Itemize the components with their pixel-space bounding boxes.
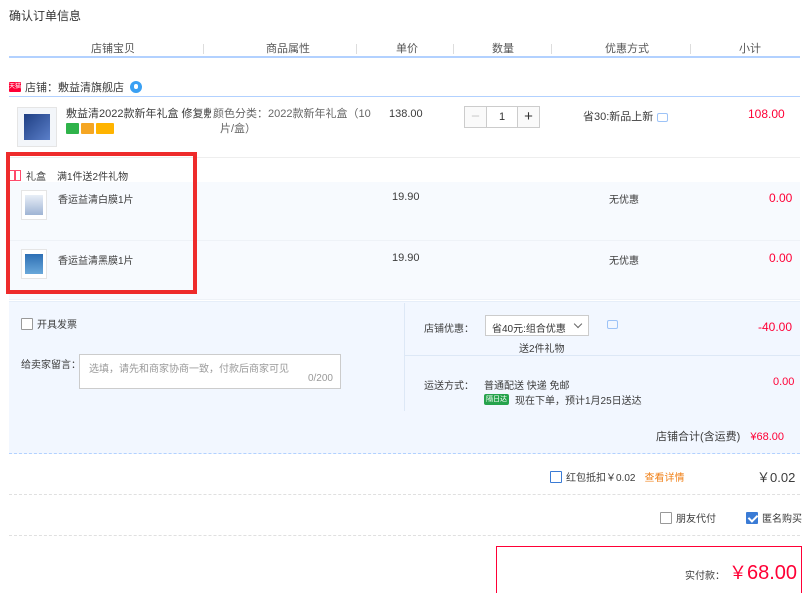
page-title: 确认订单信息 xyxy=(9,9,82,23)
payment-total: 实付款： ￥ 68.00 xyxy=(685,559,797,585)
discount-comment-icon[interactable] xyxy=(607,320,618,329)
store-discount-label: 店铺优惠： xyxy=(424,324,474,335)
promotion-comment-icon[interactable] xyxy=(657,112,669,122)
column-divider xyxy=(551,44,552,54)
friend-pay-checkbox[interactable] xyxy=(660,511,672,524)
invoice-checkbox[interactable] xyxy=(21,317,33,330)
store-discount-amount: -40.00 xyxy=(758,320,793,334)
item-promotion-text: 省30:新品上新 xyxy=(583,111,654,123)
service-badge-icon[interactable] xyxy=(81,123,94,134)
tmall-badge-icon: 天猫 xyxy=(9,82,22,92)
store-total-amount: ¥68.00 xyxy=(750,431,785,443)
column-header-subtotal: 小计 xyxy=(739,43,761,55)
highlight-annotation-box xyxy=(6,152,197,294)
column-divider xyxy=(203,44,204,54)
item-image xyxy=(24,114,50,140)
store-total-label: 店铺合计(含运费) xyxy=(656,431,741,443)
message-char-count: 0/200 xyxy=(307,373,333,384)
friend-pay-label: 朋友代付 xyxy=(676,514,716,525)
store-total: 店铺合计(含运费) ¥68.00 xyxy=(656,428,784,444)
payment-label: 实付款： xyxy=(685,571,725,582)
options-divider xyxy=(404,303,405,411)
gift-item-subtotal: 0.00 xyxy=(769,191,793,205)
gift-item-subtotal: 0.00 xyxy=(769,251,793,265)
gift-item-promotion: 无优惠 xyxy=(609,195,639,206)
item-sku-line: 颜色分类：2022款新年礼盒（10 xyxy=(213,108,371,120)
header-divider xyxy=(9,56,800,58)
delivery-eta: 现在下单，预计1月25日送达 xyxy=(515,396,642,407)
friend-pay-option[interactable]: 朋友代付 xyxy=(660,510,716,525)
column-header-item: 店铺宝贝 xyxy=(91,43,135,55)
gift-item-price: 19.90 xyxy=(392,191,420,203)
anonymous-option[interactable]: 匿名购买 xyxy=(746,510,802,525)
service-7day-icon[interactable] xyxy=(66,123,79,134)
item-sku-line: 片/盒） xyxy=(220,123,257,135)
quantity-decrease-button[interactable]: − xyxy=(465,107,487,127)
service-icons xyxy=(66,123,114,134)
store-discount-select[interactable]: 省40元:组合优惠 xyxy=(485,315,589,336)
message-field[interactable]: 选填，请先和商家协商一致，付款后商家可见 0/200 xyxy=(79,354,341,389)
store-discount-selected: 省40元:组合优惠 xyxy=(492,324,566,335)
store-name-link[interactable]: 店铺：敷益清旗舰店 xyxy=(25,79,124,95)
shipping-amount: 0.00 xyxy=(773,376,795,388)
gift-item-price: 19.90 xyxy=(392,252,420,264)
red-packet-label: 红包抵扣￥0.02 xyxy=(566,473,636,484)
order-item-row: 敷益清2022款新年礼盒 修复敷... 颜色分类：2022款新年礼盒（10 片/… xyxy=(9,97,800,158)
service-card-icon[interactable] xyxy=(96,123,114,134)
column-divider xyxy=(690,44,691,54)
red-packet-details-link[interactable]: 查看详情 xyxy=(644,469,684,484)
message-label: 给卖家留言： xyxy=(21,360,81,371)
item-unit-price: 138.00 xyxy=(389,108,423,120)
payment-amount: 68.00 xyxy=(747,562,798,584)
column-header-price: 单价 xyxy=(396,43,418,55)
item-title-link[interactable]: 敷益清2022款新年礼盒 修复敷... xyxy=(66,107,211,121)
red-packet-option[interactable]: 红包抵扣￥0.02 查看详情 xyxy=(550,469,684,484)
quantity-increase-button[interactable]: + xyxy=(517,107,539,127)
section-divider xyxy=(9,494,800,495)
column-header-attributes: 商品属性 xyxy=(266,43,310,55)
column-header-quantity: 数量 xyxy=(492,43,514,55)
chat-seller-icon[interactable] xyxy=(130,81,142,93)
red-packet-checkbox[interactable] xyxy=(550,470,562,483)
delivery-estimate: 隔日达 现在下单，预计1月25日送达 xyxy=(484,392,642,407)
options-divider xyxy=(405,355,800,356)
column-divider xyxy=(356,44,357,54)
payment-currency: ￥ xyxy=(729,563,747,583)
item-promotion: 省30:新品上新 xyxy=(583,108,669,124)
shipping-method: 普通配送 快递 免邮 xyxy=(484,381,570,392)
payment-summary-box: 实付款： ￥ 68.00 xyxy=(496,546,802,593)
column-header-promotion: 优惠方式 xyxy=(605,43,649,55)
invoice-option[interactable]: 开具发票 xyxy=(21,316,77,331)
next-day-badge: 隔日达 xyxy=(484,394,509,405)
chevron-down-icon xyxy=(573,319,583,329)
item-thumbnail[interactable] xyxy=(17,107,57,147)
anonymous-checkbox[interactable] xyxy=(746,511,758,524)
quantity-input[interactable]: 1 xyxy=(487,107,517,127)
invoice-label: 开具发票 xyxy=(37,320,77,331)
item-subtotal: 108.00 xyxy=(748,107,785,121)
store-discount-note: 送2件礼物 xyxy=(519,344,565,355)
gift-item-promotion: 无优惠 xyxy=(609,256,639,267)
section-divider xyxy=(9,535,800,536)
quantity-stepper: − 1 + xyxy=(464,106,540,128)
message-placeholder: 选填，请先和商家协商一致，付款后商家可见 xyxy=(89,364,289,375)
anonymous-label: 匿名购买 xyxy=(762,514,802,525)
shipping-label: 运送方式： xyxy=(424,381,474,392)
column-divider xyxy=(453,44,454,54)
store-row: 天猫 店铺：敷益清旗舰店 xyxy=(9,78,142,96)
red-packet-amount: ￥0.02 xyxy=(757,470,796,485)
